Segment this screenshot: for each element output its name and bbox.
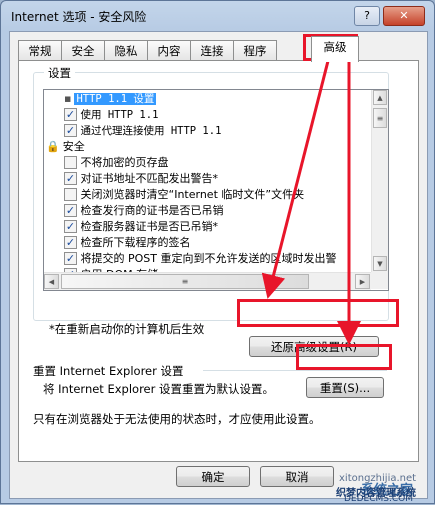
annotation-box-restore-button xyxy=(237,299,399,327)
help-button[interactable]: ? xyxy=(354,6,380,26)
annotation-box-reset-button xyxy=(296,344,392,370)
scroll-down-icon[interactable]: ▼ xyxy=(373,256,387,271)
checkbox-icon[interactable] xyxy=(64,187,77,201)
restart-note: *在重新启动你的计算机后生效 xyxy=(49,322,205,336)
tab-privacy[interactable]: 隐私 xyxy=(104,40,148,61)
checkbox-checked-icon[interactable]: ✓ xyxy=(64,219,77,233)
checkbox-checked-icon[interactable]: ✓ xyxy=(64,107,77,121)
settings-item: 🔒 安全 xyxy=(46,139,85,155)
settings-group-label: 设置 xyxy=(44,65,75,81)
settings-item[interactable]: 不将加密的页存盘 xyxy=(64,155,169,171)
checkbox-checked-icon[interactable]: ✓ xyxy=(64,203,77,217)
settings-item[interactable]: ✓ 将提交的 POST 重定向到不允许发送的区域时发出警 xyxy=(64,251,337,267)
vertical-scrollbar[interactable]: ▲ ≡ ▼ xyxy=(371,90,388,272)
scroll-left-icon[interactable]: ◀ xyxy=(44,274,59,289)
horizontal-scroll-thumb[interactable]: ≡ xyxy=(61,274,309,289)
lock-icon: 🔒 xyxy=(46,140,60,153)
checkbox-icon[interactable] xyxy=(64,155,77,169)
tab-content[interactable]: 内容 xyxy=(147,40,191,61)
tab-connections[interactable]: 连接 xyxy=(190,40,234,61)
settings-item[interactable]: ✓ 检查发行商的证书是否已吊销 xyxy=(64,203,224,219)
checkbox-checked-icon[interactable]: ✓ xyxy=(64,171,77,185)
reset-description: 将 Internet Explorer 设置重置为默认设置。 xyxy=(43,382,275,396)
reset-group-label: 重置 Internet Explorer 设置 xyxy=(33,364,184,378)
watermark-url: xitongzhijia.net xyxy=(339,473,417,484)
settings-item[interactable]: ✓ 通过代理连接使用 HTTP 1.1 xyxy=(64,123,221,139)
advanced-panel: 设置 ▪ HTTP 1.1 设置 ✓ 使用 HTTP 1.1 ✓ 通过代理连接使用 H… xyxy=(18,60,419,462)
dialog-client: 常规 安全 隐私 内容 连接 程序 高级 设置 ▪ HTTP 1.1 设置 ✓ 使用… xyxy=(9,31,428,499)
internet-options-window: Internet 选项 - 安全风险 ? ✕ 常规 安全 隐私 内容 连接 程序… xyxy=(0,0,435,504)
settings-item-label: 检查所下载程序的签名 xyxy=(80,236,191,249)
settings-item-label: 通过代理连接使用 HTTP 1.1 xyxy=(80,125,222,137)
checkbox-checked-icon[interactable]: ✓ xyxy=(64,123,77,137)
settings-item[interactable]: ✓ 检查服务器证书是否已吊销* xyxy=(64,219,218,235)
reset-button[interactable]: 重置(S)... xyxy=(306,377,384,398)
settings-item[interactable]: ✓ 对证书地址不匹配发出警告* xyxy=(64,171,218,187)
settings-item[interactable]: ✓ 检查所下载程序的签名 xyxy=(64,235,191,251)
settings-item-label: 检查服务器证书是否已吊销* xyxy=(80,220,219,233)
scroll-corner xyxy=(371,272,388,289)
settings-item[interactable]: ✓ 使用 HTTP 1.1 xyxy=(64,107,158,123)
watermark-cms-domain: DEDECMS.COM xyxy=(344,494,413,504)
settings-item-label: 安全 xyxy=(62,140,85,153)
settings-item[interactable]: 关闭浏览器时清空“Internet 临时文件”文件夹 xyxy=(64,187,304,203)
horizontal-scrollbar[interactable]: ◀ ≡ ▶ xyxy=(44,272,371,290)
tab-security[interactable]: 安全 xyxy=(61,40,105,61)
checkbox-checked-icon[interactable]: ✓ xyxy=(64,235,77,249)
settings-item: ▪ HTTP 1.1 设置 xyxy=(64,91,157,107)
cancel-button[interactable]: 取消 xyxy=(260,466,334,487)
reset-group-divider xyxy=(203,370,387,371)
settings-list[interactable]: ▪ HTTP 1.1 设置 ✓ 使用 HTTP 1.1 ✓ 通过代理连接使用 HTTP… xyxy=(43,89,389,291)
settings-item-label: HTTP 1.1 设置 xyxy=(74,93,157,105)
window-title: Internet 选项 - 安全风险 xyxy=(11,10,147,24)
settings-item-label: 检查发行商的证书是否已吊销 xyxy=(80,204,224,217)
checkbox-checked-icon[interactable]: ✓ xyxy=(64,251,77,265)
close-button[interactable]: ✕ xyxy=(383,6,425,26)
settings-item-label: 不将加密的页存盘 xyxy=(80,156,169,169)
reset-warning: 只有在浏览器处于无法使用的状态时，才应使用此设置。 xyxy=(33,412,321,426)
tab-general[interactable]: 常规 xyxy=(18,40,62,61)
scroll-thumb[interactable]: ≡ xyxy=(373,108,387,128)
settings-item-label: 关闭浏览器时清空“Internet 临时文件”文件夹 xyxy=(80,188,305,201)
settings-item-label: 对证书地址不匹配发出警告* xyxy=(80,172,219,185)
settings-item-label: 将提交的 POST 重定向到不允许发送的区域时发出警 xyxy=(80,252,337,265)
settings-item-label: 使用 HTTP 1.1 xyxy=(80,109,159,121)
scroll-right-icon[interactable]: ▶ xyxy=(355,274,370,289)
ok-button[interactable]: 确定 xyxy=(176,466,250,487)
tab-programs[interactable]: 程序 xyxy=(233,40,277,61)
tab-advanced[interactable]: 高级 xyxy=(311,36,359,62)
folder-icon: ▪ xyxy=(64,92,72,105)
scroll-up-icon[interactable]: ▲ xyxy=(373,90,387,105)
